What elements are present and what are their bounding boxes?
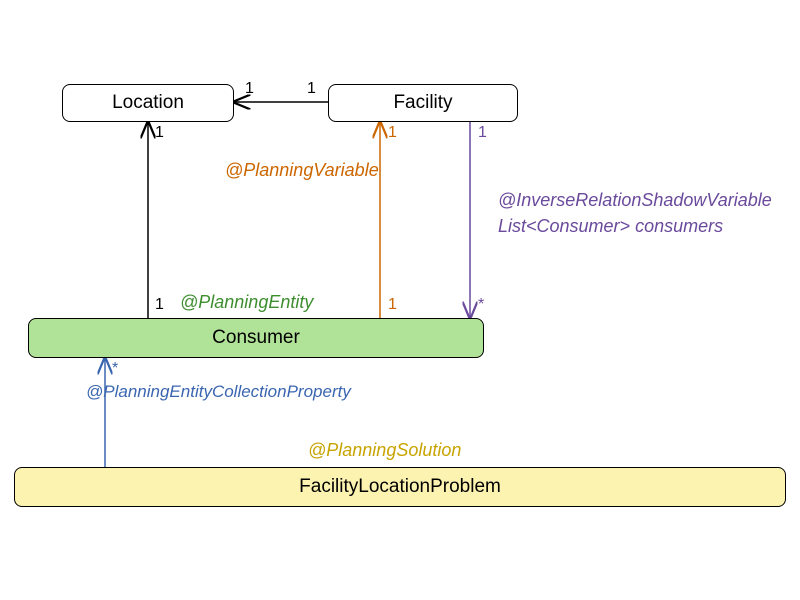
ann-inverse-field: List<Consumer> consumers [498, 216, 723, 237]
class-facility: Facility [328, 84, 518, 122]
mult-consloc-location: 1 [155, 124, 164, 142]
mult-facinv-facility: 1 [478, 124, 487, 142]
ann-collection-property: @PlanningEntityCollectionProperty [86, 382, 351, 402]
mult-facloc-facility: 1 [307, 80, 316, 98]
class-location-name: Location [112, 92, 184, 114]
ann-planning-variable: @PlanningVariable [225, 160, 379, 181]
mult-consfac-consumer: 1 [388, 296, 397, 314]
mult-consloc-consumer: 1 [155, 296, 164, 314]
mult-facloc-location: 1 [245, 80, 254, 98]
class-location: Location [62, 84, 234, 122]
class-consumer: Consumer [28, 318, 484, 358]
class-problem-name: FacilityLocationProblem [299, 476, 501, 498]
class-consumer-name: Consumer [212, 327, 300, 349]
mult-consfac-facility: 1 [388, 124, 397, 142]
ann-inverse-shadow: @InverseRelationShadowVariable [498, 190, 772, 211]
ann-planning-solution: @PlanningSolution [308, 440, 461, 461]
class-facility-name: Facility [393, 92, 452, 114]
class-problem: FacilityLocationProblem [14, 467, 786, 507]
ann-planning-entity: @PlanningEntity [180, 292, 313, 313]
mult-probcons-consumer: * [112, 360, 118, 378]
mult-facinv-consumer: * [478, 296, 484, 314]
